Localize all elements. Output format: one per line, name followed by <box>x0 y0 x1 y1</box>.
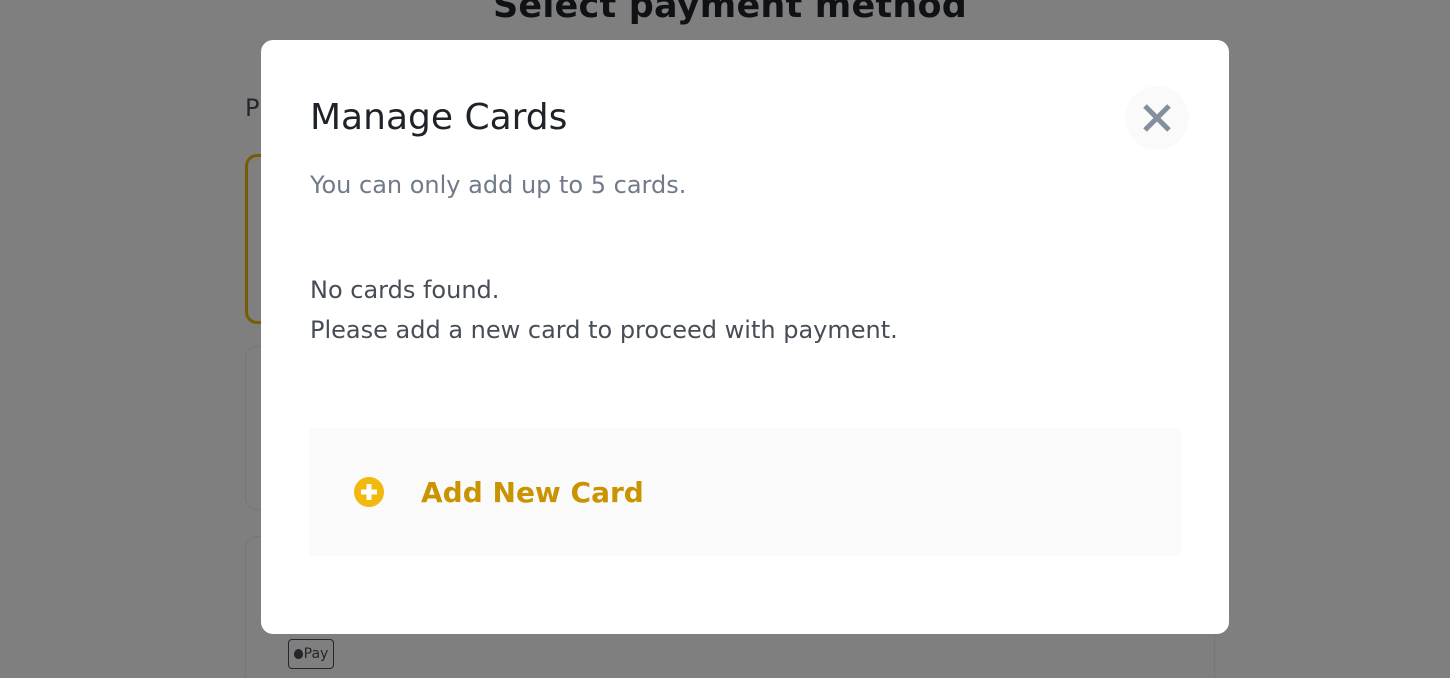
plus-circle-icon <box>353 476 385 508</box>
modal-title: Manage Cards <box>310 97 568 138</box>
empty-state-message: No cards found. Please add a new card to… <box>310 270 898 350</box>
page: Select payment method P Pay Manage Cards… <box>0 0 1450 678</box>
close-button[interactable] <box>1125 86 1189 150</box>
close-icon <box>1143 104 1171 132</box>
manage-cards-modal: Manage Cards You can only add up to 5 ca… <box>261 40 1229 634</box>
add-new-card-button[interactable]: Add New Card <box>309 428 1181 556</box>
add-new-card-label: Add New Card <box>421 475 644 509</box>
modal-subtitle: You can only add up to 5 cards. <box>310 171 687 199</box>
empty-state-line-1: No cards found. <box>310 276 500 304</box>
empty-state-line-2: Please add a new card to proceed with pa… <box>310 316 898 344</box>
